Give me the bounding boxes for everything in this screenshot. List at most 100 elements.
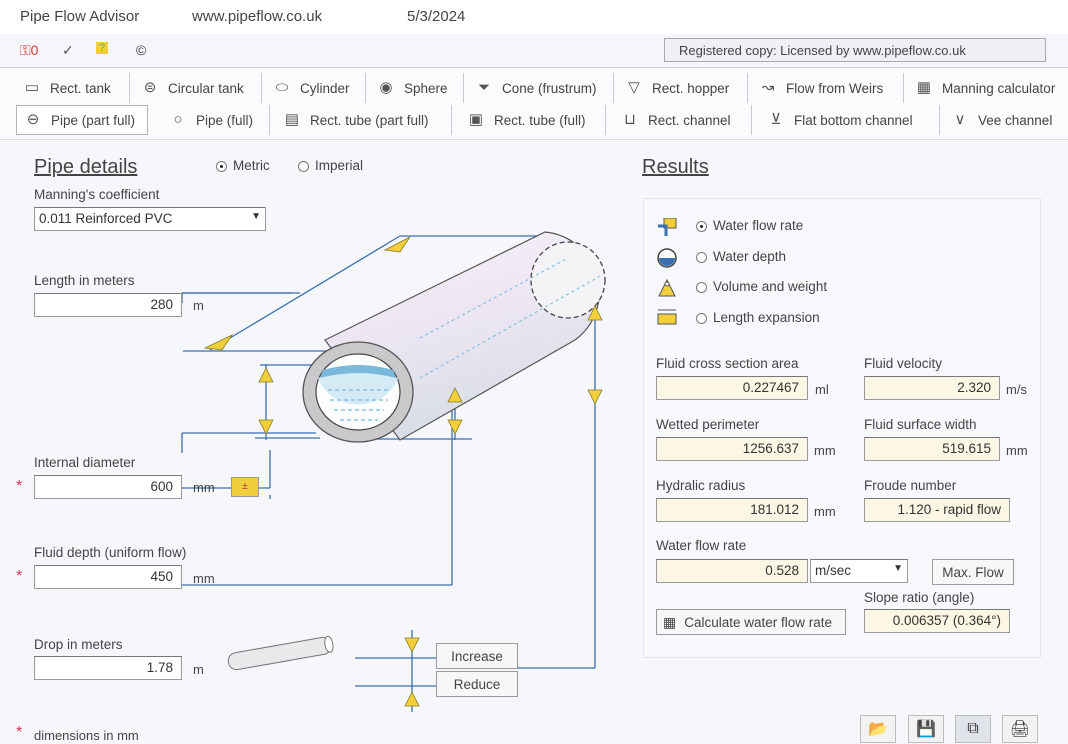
pipe-sizes-icon[interactable]: ± <box>231 477 259 497</box>
option-water-flow-rate[interactable]: Water flow rate <box>696 218 803 233</box>
calculate-button[interactable]: ▦ Calculate water flow rate <box>656 609 846 635</box>
option-water-depth[interactable]: Water depth <box>696 249 786 264</box>
tab-weirs[interactable]: ↝ Flow from Weirs <box>752 73 904 103</box>
title-bar: Pipe Flow Advisor www.pipeflow.co.uk 5/3… <box>0 0 1068 34</box>
shape-toolbar: ▭ Rect. tank ⊜ Circular tank ⬭ Cylinder ◉ Sp… <box>0 68 1068 140</box>
pipe-full-icon: ○ <box>173 111 183 128</box>
flow-rate-label: Water flow rate <box>656 538 747 553</box>
chevron-down-icon[interactable]: ▼ <box>893 563 903 574</box>
help-icon[interactable]: ? <box>96 42 109 54</box>
tab-circular-tank[interactable]: ⊜ Circular tank <box>134 73 262 103</box>
open-folder-icon[interactable]: 📂 <box>860 715 896 743</box>
option-radio-dot[interactable] <box>696 281 707 293</box>
cone-icon: ⏷ <box>477 79 490 96</box>
option-length-expansion[interactable]: Length expansion <box>696 310 820 325</box>
tab-vee-channel[interactable]: ∨ Vee channel <box>944 105 1066 135</box>
footnote-star: * <box>16 724 23 741</box>
length-label: Length in meters <box>34 273 135 288</box>
calculator-icon: ▦ <box>916 79 932 96</box>
tab-sphere[interactable]: ◉ Sphere <box>370 73 464 103</box>
flow-rate-icon <box>656 217 678 236</box>
slope-value: 0.006357 (0.364°) <box>864 609 1010 633</box>
weight-icon <box>656 278 678 298</box>
diameter-label: Internal diameter <box>34 455 136 470</box>
surface-value: 519.615 <box>864 437 1000 461</box>
slope-label: Slope ratio (angle) <box>864 590 975 605</box>
calculator-icon: ▦ <box>663 613 677 630</box>
cross-area-label: Fluid cross section area <box>656 356 799 371</box>
depth-input[interactable]: 450 <box>34 565 182 589</box>
wetted-value: 1256.637 <box>656 437 808 461</box>
rect-channel-icon: ⊔ <box>624 111 636 128</box>
froude-value: 1.120 - rapid flow <box>864 498 1010 522</box>
weir-icon: ↝ <box>761 79 775 96</box>
tab-rect-tank[interactable]: ▭ Rect. tank <box>16 73 130 103</box>
wetted-unit: mm <box>814 443 836 458</box>
tab-rect-hopper[interactable]: ▽ Rect. hopper <box>618 73 748 103</box>
reduce-button[interactable]: Reduce <box>436 671 518 697</box>
print-icon[interactable]: 🖨 <box>1002 715 1038 743</box>
metric-radio-dot[interactable] <box>216 160 227 172</box>
license-box: Registered copy: Licensed by www.pipeflo… <box>664 38 1046 62</box>
manning-select[interactable]: 0.011 Reinforced PVC ▼ <box>34 207 266 231</box>
length-unit: m <box>193 298 204 313</box>
flow-unit-select[interactable]: m/sec ▼ <box>810 559 908 583</box>
imperial-radio-dot[interactable] <box>298 160 309 172</box>
main-panel: Pipe details Metric Imperial Manning's c… <box>0 140 1068 744</box>
tab-flat-bottom[interactable]: ⊻ Flat bottom channel <box>760 105 940 135</box>
rect-tank-icon: ▭ <box>24 79 40 96</box>
cylinder-icon: ⬭ <box>275 79 289 96</box>
flow-rate-value: 0.528 <box>656 559 808 583</box>
icon-bar: ⚿0 ✓ ? © Registered copy: Licensed by ww… <box>0 34 1068 68</box>
tab-rect-channel[interactable]: ⊔ Rect. channel <box>614 105 752 135</box>
imperial-radio[interactable]: Imperial <box>298 158 363 173</box>
diameter-input[interactable]: 600 <box>34 475 182 499</box>
tab-pipe-part-full[interactable]: ⊖ Pipe (part full) <box>16 105 148 135</box>
required-star: * <box>16 478 23 495</box>
copy-icon[interactable]: ⧉ <box>955 715 991 743</box>
metric-radio[interactable]: Metric <box>216 158 270 173</box>
app-title: Pipe Flow Advisor <box>20 8 140 25</box>
chevron-down-icon[interactable]: ▼ <box>251 211 261 222</box>
length-input[interactable]: 280 <box>34 293 182 317</box>
option-radio-dot[interactable] <box>696 312 707 324</box>
option-volume-weight[interactable]: Volume and weight <box>696 279 827 294</box>
save-icon[interactable]: 💾 <box>908 715 944 743</box>
circular-tank-icon: ⊜ <box>143 79 157 96</box>
tab-cylinder[interactable]: ⬭ Cylinder <box>266 73 366 103</box>
tab-pipe-full[interactable]: ○ Pipe (full) <box>162 105 270 135</box>
sphere-icon: ◉ <box>379 79 393 96</box>
tab-cone[interactable]: ⏷ Cone (frustrum) <box>468 73 614 103</box>
drop-unit: m <box>193 662 204 677</box>
tab-rect-tube-full[interactable]: ▣ Rect. tube (full) <box>460 105 606 135</box>
drop-input[interactable]: 1.78 <box>34 656 182 680</box>
manning-label: Manning's coefficient <box>34 187 160 202</box>
key-icon[interactable]: ⚿0 <box>20 42 38 59</box>
surface-label: Fluid surface width <box>864 417 977 432</box>
froude-label: Froude number <box>864 478 957 493</box>
hopper-icon: ▽ <box>628 79 640 96</box>
depth-unit: mm <box>193 571 215 586</box>
wetted-label: Wetted perimeter <box>656 417 760 432</box>
option-radio-dot[interactable] <box>696 251 707 263</box>
hydraulic-label: Hydralic radius <box>656 478 746 493</box>
results-heading: Results <box>642 156 709 178</box>
option-radio-dot[interactable] <box>696 220 707 232</box>
check-icon[interactable]: ✓ <box>62 42 74 59</box>
hydraulic-value: 181.012 <box>656 498 808 522</box>
length-expansion-icon <box>656 308 678 328</box>
rect-tube-part-icon: ▤ <box>284 111 300 128</box>
copyright-icon[interactable]: © <box>136 42 146 58</box>
max-flow-button[interactable]: Max. Flow <box>932 559 1014 585</box>
footnote-text: dimensions in mm <box>34 728 139 743</box>
rect-tube-full-icon: ▣ <box>468 111 484 128</box>
tab-manning[interactable]: ▦ Manning calculator <box>908 73 1066 103</box>
increase-button[interactable]: Increase <box>436 643 518 669</box>
required-star: * <box>16 568 23 585</box>
vee-channel-icon: ∨ <box>954 111 966 128</box>
depth-label: Fluid depth (uniform flow) <box>34 545 187 560</box>
diameter-unit: mm <box>193 480 215 495</box>
tab-rect-tube-part[interactable]: ▤ Rect. tube (part full) <box>276 105 452 135</box>
surface-unit: mm <box>1006 443 1028 458</box>
velocity-unit: m/s <box>1006 382 1027 397</box>
